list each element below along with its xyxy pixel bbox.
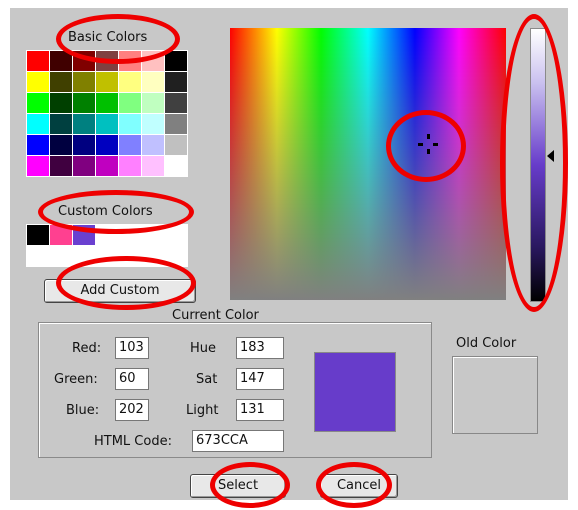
basic-color-swatch[interactable] xyxy=(142,72,164,92)
basic-color-swatch[interactable] xyxy=(50,135,72,155)
light-label: Light xyxy=(186,403,219,418)
basic-color-swatch[interactable] xyxy=(142,156,164,176)
sat-label: Sat xyxy=(196,372,218,387)
basic-color-swatch[interactable] xyxy=(165,93,187,113)
custom-color-swatch[interactable] xyxy=(27,246,49,266)
basic-color-swatch[interactable] xyxy=(50,93,72,113)
basic-color-swatch[interactable] xyxy=(27,93,49,113)
basic-color-swatch[interactable] xyxy=(96,135,118,155)
basic-color-swatch[interactable] xyxy=(96,156,118,176)
custom-color-swatch[interactable] xyxy=(27,225,49,245)
blue-field[interactable]: 202 xyxy=(115,399,149,421)
add-custom-button[interactable]: Add Custom xyxy=(44,279,196,303)
custom-colors-grid xyxy=(26,224,188,267)
basic-color-swatch[interactable] xyxy=(73,93,95,113)
current-color-label: Current Color xyxy=(172,308,259,323)
basic-color-swatch[interactable] xyxy=(73,156,95,176)
custom-color-swatch[interactable] xyxy=(50,246,72,266)
basic-color-swatch[interactable] xyxy=(119,93,141,113)
custom-color-swatch[interactable] xyxy=(96,246,118,266)
blue-label: Blue: xyxy=(66,403,100,418)
basic-color-swatch[interactable] xyxy=(142,51,164,71)
custom-color-swatch[interactable] xyxy=(165,225,187,245)
basic-color-swatch[interactable] xyxy=(119,51,141,71)
custom-color-swatch[interactable] xyxy=(142,246,164,266)
html-code-field[interactable]: 673CCA xyxy=(192,430,284,452)
basic-color-swatch[interactable] xyxy=(27,114,49,134)
custom-colors-label: Custom Colors xyxy=(58,204,153,219)
light-field[interactable]: 131 xyxy=(236,399,284,421)
basic-color-swatch[interactable] xyxy=(50,72,72,92)
current-color-swatch xyxy=(314,352,396,432)
old-color-label: Old Color xyxy=(456,336,517,351)
basic-color-swatch[interactable] xyxy=(50,156,72,176)
custom-color-swatch[interactable] xyxy=(50,225,72,245)
html-code-label: HTML Code: xyxy=(94,434,172,449)
basic-color-swatch[interactable] xyxy=(96,93,118,113)
hue-saturation-spectrum[interactable] xyxy=(230,28,506,300)
cancel-button[interactable]: Cancel xyxy=(320,474,398,498)
basic-color-swatch[interactable] xyxy=(50,114,72,134)
sat-field[interactable]: 147 xyxy=(236,368,284,390)
custom-color-swatch[interactable] xyxy=(73,225,95,245)
basic-color-swatch[interactable] xyxy=(119,72,141,92)
basic-color-swatch[interactable] xyxy=(73,51,95,71)
old-color-swatch xyxy=(452,356,538,434)
hue-field[interactable]: 183 xyxy=(236,337,284,359)
basic-color-swatch[interactable] xyxy=(119,135,141,155)
basic-color-swatch[interactable] xyxy=(119,156,141,176)
basic-color-swatch[interactable] xyxy=(50,51,72,71)
red-field[interactable]: 103 xyxy=(115,337,149,359)
green-field[interactable]: 60 xyxy=(115,368,149,390)
custom-color-swatch[interactable] xyxy=(96,225,118,245)
basic-color-swatch[interactable] xyxy=(73,114,95,134)
basic-color-swatch[interactable] xyxy=(142,135,164,155)
basic-color-swatch[interactable] xyxy=(165,156,187,176)
basic-color-swatch[interactable] xyxy=(165,51,187,71)
basic-color-swatch[interactable] xyxy=(119,114,141,134)
basic-color-swatch[interactable] xyxy=(142,114,164,134)
basic-color-swatch[interactable] xyxy=(27,156,49,176)
select-button[interactable]: Select xyxy=(190,474,286,498)
basic-color-swatch[interactable] xyxy=(73,72,95,92)
basic-color-swatch[interactable] xyxy=(142,93,164,113)
triangle-left-icon[interactable] xyxy=(547,150,554,162)
custom-color-swatch[interactable] xyxy=(165,246,187,266)
luminance-slider[interactable] xyxy=(530,28,546,302)
basic-color-swatch[interactable] xyxy=(27,135,49,155)
basic-color-swatch[interactable] xyxy=(96,51,118,71)
custom-color-swatch[interactable] xyxy=(119,246,141,266)
basic-colors-label: Basic Colors xyxy=(68,30,148,45)
custom-color-swatch[interactable] xyxy=(142,225,164,245)
hue-label: Hue xyxy=(190,341,217,356)
basic-color-swatch[interactable] xyxy=(165,135,187,155)
custom-color-swatch[interactable] xyxy=(119,225,141,245)
basic-color-swatch[interactable] xyxy=(27,72,49,92)
basic-color-swatch[interactable] xyxy=(165,114,187,134)
basic-colors-grid xyxy=(26,50,188,177)
basic-color-swatch[interactable] xyxy=(96,72,118,92)
custom-color-swatch[interactable] xyxy=(73,246,95,266)
basic-color-swatch[interactable] xyxy=(96,114,118,134)
basic-color-swatch[interactable] xyxy=(27,51,49,71)
green-label: Green: xyxy=(54,372,98,387)
crosshair-icon xyxy=(418,134,438,154)
basic-color-swatch[interactable] xyxy=(73,135,95,155)
red-label: Red: xyxy=(72,341,102,356)
basic-color-swatch[interactable] xyxy=(165,72,187,92)
